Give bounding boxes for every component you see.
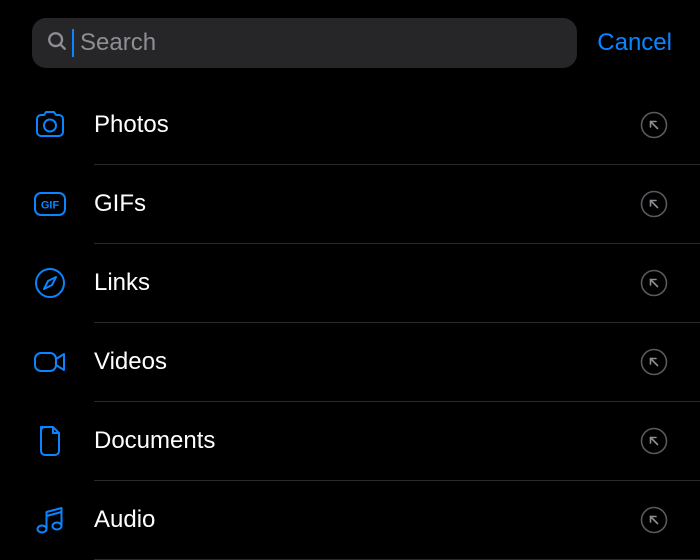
text-cursor bbox=[72, 29, 74, 57]
search-field[interactable] bbox=[32, 18, 577, 68]
category-list: Photos GIF GIFs bbox=[0, 86, 700, 560]
category-label: GIFs bbox=[94, 190, 614, 218]
arrow-up-left-icon bbox=[640, 348, 668, 376]
document-icon bbox=[32, 423, 68, 459]
category-row-documents[interactable]: Documents bbox=[32, 402, 700, 480]
camera-icon bbox=[32, 107, 68, 143]
arrow-up-left-icon bbox=[640, 190, 668, 218]
category-label: Videos bbox=[94, 348, 614, 376]
video-icon bbox=[32, 344, 68, 380]
svg-text:GIF: GIF bbox=[41, 200, 60, 212]
arrow-up-left-icon bbox=[640, 427, 668, 455]
category-row-links[interactable]: Links bbox=[32, 244, 700, 322]
category-row-videos[interactable]: Videos bbox=[32, 323, 700, 401]
arrow-up-left-icon bbox=[640, 269, 668, 297]
category-label: Documents bbox=[94, 427, 614, 455]
category-row-audio[interactable]: Audio bbox=[32, 481, 700, 559]
category-row-gifs[interactable]: GIF GIFs bbox=[32, 165, 700, 243]
search-icon bbox=[46, 30, 68, 57]
gif-icon: GIF bbox=[32, 186, 68, 222]
category-row-photos[interactable]: Photos bbox=[32, 86, 700, 164]
cancel-button[interactable]: Cancel bbox=[597, 29, 672, 57]
music-icon bbox=[32, 502, 68, 538]
search-input[interactable] bbox=[80, 29, 563, 57]
category-label: Photos bbox=[94, 111, 614, 139]
search-bar: Cancel bbox=[0, 0, 700, 86]
arrow-up-left-icon bbox=[640, 506, 668, 534]
compass-icon bbox=[32, 265, 68, 301]
arrow-up-left-icon bbox=[640, 111, 668, 139]
category-label: Links bbox=[94, 269, 614, 297]
category-label: Audio bbox=[94, 506, 614, 534]
